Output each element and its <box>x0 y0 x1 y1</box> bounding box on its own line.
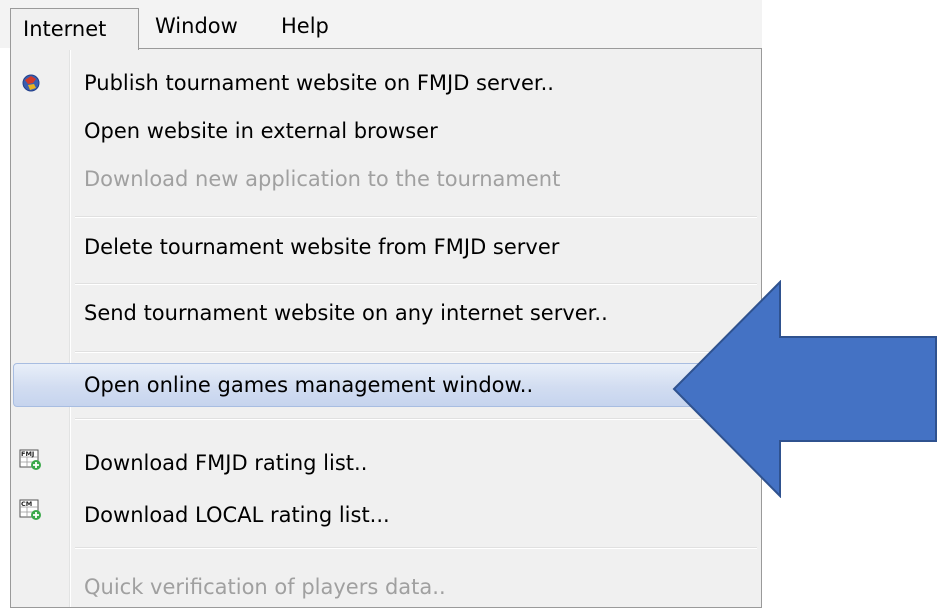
menu-separator <box>75 283 757 285</box>
menu-item-label: Open website in external browser <box>84 119 438 143</box>
menu-separator <box>75 547 757 549</box>
menu-item-quick-verification[interactable]: Quick verification of players data.. <box>13 567 759 607</box>
svg-text:CM: CM <box>21 500 32 508</box>
menu-item-download-fmjd-rating[interactable]: FMJ Download FMJD rating list.. <box>13 443 759 483</box>
internet-dropdown-menu: Publish tournament website on FMJD serve… <box>10 48 762 608</box>
menu-item-label: Open online games management window.. <box>84 373 534 397</box>
annotation-arrow <box>672 280 937 498</box>
svg-text:FMJ: FMJ <box>21 450 34 458</box>
menu-item-label: Download new application to the tourname… <box>84 167 561 191</box>
menu-item-open-external-browser[interactable]: Open website in external browser <box>13 111 759 151</box>
globe-icon <box>22 74 40 92</box>
menu-item-delete-website[interactable]: Delete tournament website from FMJD serv… <box>13 227 759 267</box>
menu-separator <box>75 418 757 420</box>
blue-arrow-shape <box>672 280 937 498</box>
menubar-window[interactable]: Window <box>145 6 248 46</box>
menu-item-label: Send tournament website on any internet … <box>84 301 608 325</box>
menu-item-label: Download FMJD rating list.. <box>84 451 368 475</box>
menu-separator <box>75 351 757 353</box>
menu-item-label: Download LOCAL rating list... <box>84 503 390 527</box>
menu-item-send-website[interactable]: Send tournament website on any internet … <box>13 293 759 333</box>
menu-item-download-local-rating[interactable]: CM Download LOCAL rating list... <box>13 495 759 535</box>
menu-item-open-online-games[interactable]: Open online games management window.. <box>13 363 759 407</box>
menu-item-publish-website[interactable]: Publish tournament website on FMJD serve… <box>13 63 759 103</box>
menubar-internet[interactable]: Internet <box>10 8 139 50</box>
fmj-rating-download-icon: FMJ <box>19 449 41 470</box>
cm-rating-download-icon: CM <box>19 499 41 520</box>
menu-separator <box>75 216 757 218</box>
menu-item-download-application[interactable]: Download new application to the tourname… <box>13 159 759 199</box>
menu-item-label: Publish tournament website on FMJD serve… <box>84 71 554 95</box>
menubar-help[interactable]: Help <box>271 6 339 46</box>
menu-item-label: Quick verification of players data.. <box>84 575 446 599</box>
menu-item-label: Delete tournament website from FMJD serv… <box>84 235 560 259</box>
menu-bar: Internet Window Help <box>0 0 762 50</box>
